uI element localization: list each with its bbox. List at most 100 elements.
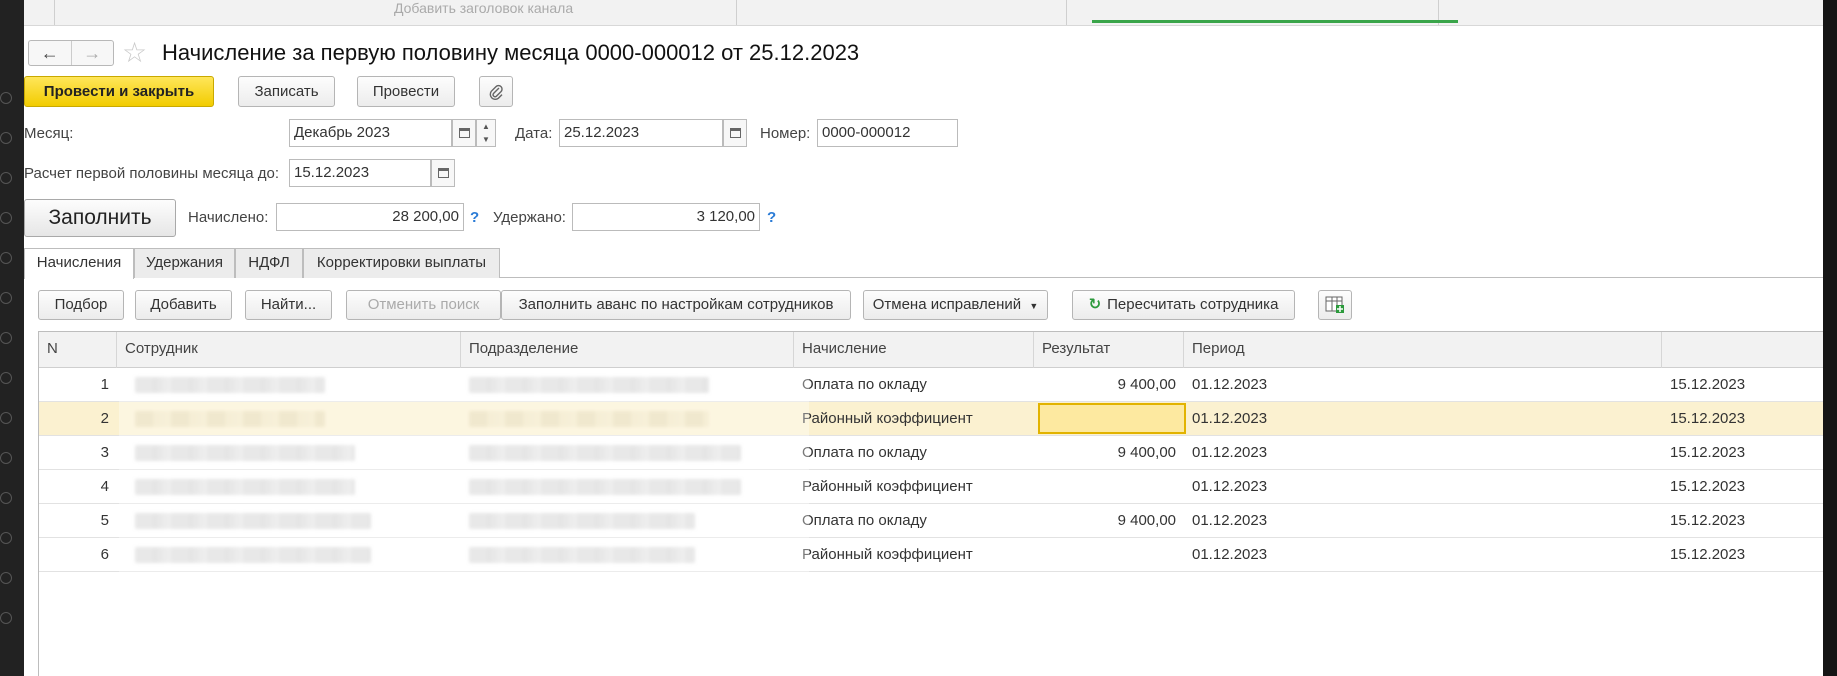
tab-ndfl[interactable]: НДФЛ — [235, 248, 303, 278]
circle-icon — [0, 452, 12, 464]
tab-deductions[interactable]: Удержания — [134, 248, 235, 278]
column-header-period-end — [1662, 332, 1823, 368]
period-start: 01.12.2023 — [1192, 546, 1268, 563]
row-number: 4 — [100, 478, 109, 495]
strip-divider — [1066, 0, 1067, 25]
row-number: 2 — [100, 410, 109, 427]
document-window: ← → ☆ Начисление за первую половину меся… — [24, 26, 1823, 676]
circle-icon — [0, 132, 12, 144]
tab-accruals[interactable]: Начисления — [24, 248, 134, 279]
date-calendar-button[interactable] — [723, 119, 747, 147]
accrual-type: Оплата по окладу — [802, 512, 927, 529]
post-button[interactable]: Провести — [357, 76, 455, 107]
first-half-date-field[interactable]: 15.12.2023 — [289, 159, 431, 187]
attach-button[interactable] — [479, 76, 513, 107]
period-start: 01.12.2023 — [1192, 444, 1268, 461]
accrual-result[interactable] — [1034, 538, 1184, 571]
paperclip-icon — [489, 84, 503, 100]
accrued-field: 28 200,00 — [276, 203, 464, 231]
period-end: 15.12.2023 — [1670, 376, 1746, 393]
page-title: Начисление за первую половину месяца 000… — [162, 40, 860, 65]
refresh-icon: ↻ — [1088, 296, 1102, 313]
post-and-close-button[interactable]: Провести и закрыть — [24, 76, 214, 107]
period-end: 15.12.2023 — [1670, 546, 1746, 563]
period-end: 15.12.2023 — [1670, 478, 1746, 495]
back-button[interactable]: ← — [29, 41, 71, 65]
column-header-result[interactable]: Результат — [1034, 332, 1184, 368]
circle-icon — [0, 292, 12, 304]
accrual-result-editing[interactable] — [1038, 403, 1186, 434]
accrued-help-icon[interactable]: ? — [470, 209, 479, 226]
column-header-department[interactable]: Подразделение — [461, 332, 794, 368]
month-calendar-button[interactable] — [452, 119, 476, 147]
period-start: 01.12.2023 — [1192, 410, 1268, 427]
caret-down-icon: ▼ — [1029, 301, 1039, 311]
accrued-label: Начислено: — [188, 209, 269, 226]
circle-icon — [0, 492, 12, 504]
circle-icon — [0, 212, 12, 224]
row-number: 5 — [100, 512, 109, 529]
withheld-field: 3 120,00 — [572, 203, 760, 231]
circle-icon — [0, 172, 12, 184]
number-field[interactable]: 0000-000012 — [817, 119, 958, 147]
circle-icon — [0, 532, 12, 544]
period-end: 15.12.2023 — [1670, 512, 1746, 529]
accrual-type: Оплата по окладу — [802, 444, 927, 461]
recalc-employee-label: Пересчитать сотрудника — [1107, 296, 1279, 313]
tab-payment-corrections[interactable]: Корректировки выплаты — [303, 248, 500, 278]
find-button[interactable]: Найти... — [245, 290, 332, 320]
circle-icon — [0, 332, 12, 344]
table-settings-button[interactable] — [1318, 290, 1352, 320]
calendar-icon — [730, 128, 741, 138]
fill-button[interactable]: Заполнить — [24, 199, 176, 237]
arrow-left-icon: ← — [40, 43, 59, 63]
add-button[interactable]: Добавить — [135, 290, 232, 320]
background-left-edge — [0, 0, 24, 676]
pick-button[interactable]: Подбор — [38, 290, 124, 320]
recalc-employee-button[interactable]: ↻ Пересчитать сотрудника — [1072, 290, 1295, 320]
accrual-type: Районный коэффициент — [802, 410, 973, 427]
accrual-type: Районный коэффициент — [802, 546, 973, 563]
row-number: 6 — [100, 546, 109, 563]
first-half-calendar-button[interactable] — [431, 159, 455, 187]
period-end: 15.12.2023 — [1670, 410, 1746, 427]
circle-icon — [0, 572, 12, 584]
column-header-period[interactable]: Период — [1184, 332, 1662, 368]
star-icon[interactable]: ☆ — [122, 39, 147, 67]
arrow-right-icon: → — [83, 43, 102, 63]
date-label: Дата: — [515, 125, 553, 142]
cancel-search-button[interactable]: Отменить поиск — [346, 290, 501, 320]
column-header-accrual[interactable]: Начисление — [794, 332, 1034, 368]
period-start: 01.12.2023 — [1192, 512, 1268, 529]
row-number: 3 — [100, 444, 109, 461]
month-spinner[interactable]: ▲ ▼ — [476, 119, 496, 147]
accrual-result[interactable]: 9 400,00 — [1034, 504, 1184, 537]
circle-icon — [0, 252, 12, 264]
forward-button[interactable]: → — [70, 41, 114, 65]
circle-icon — [0, 92, 12, 104]
background-channel-text: Добавить заголовок канала — [394, 0, 574, 16]
calendar-icon — [459, 128, 470, 138]
cancel-corrections-button[interactable]: Отмена исправлений ▼ — [863, 290, 1048, 320]
accrual-result[interactable] — [1034, 470, 1184, 503]
redaction-overlay — [119, 368, 809, 578]
circle-icon — [0, 412, 12, 424]
month-field[interactable]: Декабрь 2023 — [289, 119, 452, 147]
first-half-label: Расчет первой половины месяца до: — [24, 165, 279, 182]
date-field[interactable]: 25.12.2023 — [559, 119, 723, 147]
cancel-corrections-label: Отмена исправлений — [872, 296, 1022, 313]
column-header-n[interactable]: N — [39, 332, 117, 368]
period-end: 15.12.2023 — [1670, 444, 1746, 461]
save-button[interactable]: Записать — [238, 76, 335, 107]
background-window-strip: Добавить заголовок канала — [24, 0, 1823, 26]
strip-divider — [736, 0, 737, 25]
tab-bar: Начисления Удержания НДФЛ Корректировки … — [24, 248, 1823, 279]
accrual-result[interactable]: 9 400,00 — [1034, 436, 1184, 469]
column-header-employee[interactable]: Сотрудник — [117, 332, 461, 368]
period-start: 01.12.2023 — [1192, 376, 1268, 393]
accrual-result[interactable]: 9 400,00 — [1034, 368, 1184, 401]
fill-advance-button[interactable]: Заполнить аванс по настройкам сотруднико… — [501, 290, 851, 320]
number-label: Номер: — [760, 125, 811, 142]
withheld-help-icon[interactable]: ? — [767, 209, 776, 226]
month-label: Месяц: — [24, 125, 74, 142]
